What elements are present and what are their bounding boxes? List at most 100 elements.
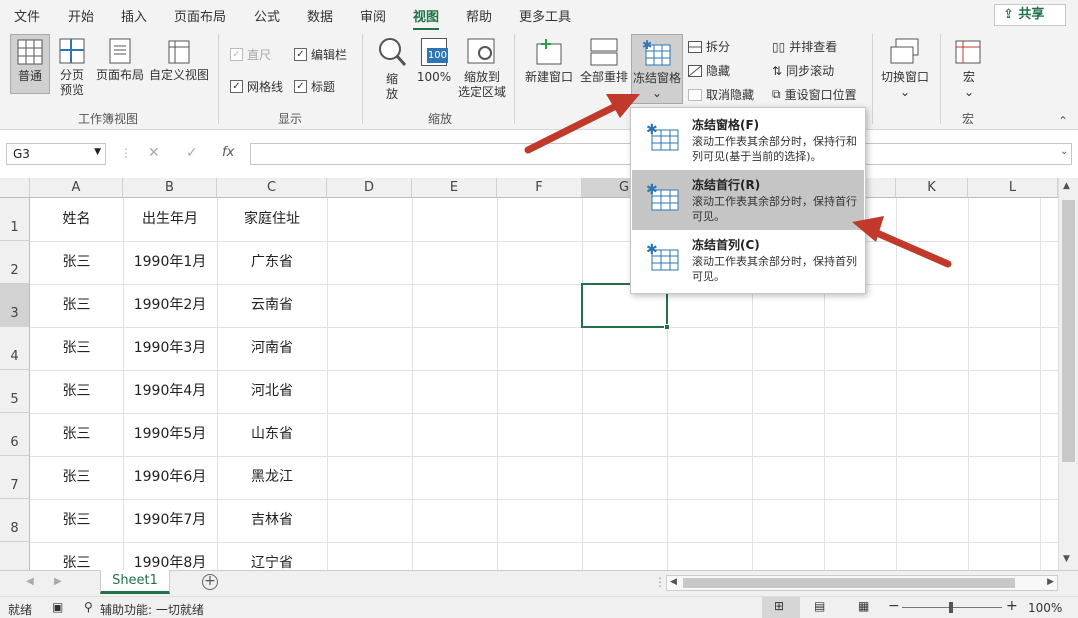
- page-break-status-icon[interactable]: ▦: [858, 599, 869, 613]
- gridlines-checkbox[interactable]: ✓ 网格线: [230, 78, 283, 95]
- enter-icon[interactable]: ✓: [186, 145, 198, 161]
- share-button[interactable]: ⇪ 共享: [994, 4, 1066, 26]
- tab-insert[interactable]: 插入: [121, 6, 147, 25]
- scroll-thumb[interactable]: [1062, 200, 1075, 462]
- table-cell[interactable]: 1990年3月: [123, 327, 217, 370]
- column-header[interactable]: B: [123, 178, 217, 198]
- table-cell[interactable]: 1990年8月: [123, 542, 217, 570]
- row-header[interactable]: 4: [0, 327, 30, 370]
- column-header[interactable]: F: [497, 178, 582, 198]
- macros-button[interactable]: 宏 ⌄: [950, 38, 988, 100]
- tab-review[interactable]: 审阅: [360, 6, 386, 25]
- table-cell[interactable]: 1990年2月: [123, 284, 217, 327]
- horizontal-scrollbar[interactable]: ◀ ▶: [666, 575, 1058, 591]
- table-cell[interactable]: 河北省: [217, 370, 327, 413]
- accessibility-status[interactable]: 辅助功能: 一切就绪: [100, 601, 204, 618]
- tab-help[interactable]: 帮助: [466, 6, 492, 25]
- row-header[interactable]: 5: [0, 370, 30, 413]
- freeze-panes-button[interactable]: ✱ 冻结窗格 ⌄: [631, 34, 683, 104]
- row-header[interactable]: 2: [0, 241, 30, 284]
- switch-windows-button[interactable]: 切换窗口 ⌄: [878, 38, 932, 100]
- sheet-tab[interactable]: Sheet1: [100, 570, 170, 594]
- split-button[interactable]: 拆分: [688, 38, 730, 55]
- normal-view-status-button[interactable]: ⊞: [762, 597, 800, 618]
- tab-page-layout[interactable]: 页面布局: [174, 6, 226, 25]
- page-layout-view-button[interactable]: 页面布局: [94, 38, 146, 83]
- zoom-out-icon[interactable]: −: [888, 598, 900, 614]
- add-sheet-icon[interactable]: +: [202, 574, 218, 590]
- table-cell[interactable]: 出生年月: [123, 198, 217, 241]
- zoom-in-icon[interactable]: +: [1006, 598, 1018, 614]
- custom-views-button[interactable]: 自定义视图: [148, 38, 210, 83]
- zoom-100-button[interactable]: 100 100%: [416, 38, 452, 85]
- tab-file[interactable]: 文件: [14, 6, 40, 25]
- table-cell[interactable]: 1990年6月: [123, 456, 217, 499]
- new-window-button[interactable]: 新建窗口: [522, 38, 576, 85]
- view-side-by-side-button[interactable]: ▯▯ 并排查看: [772, 38, 837, 55]
- row-header[interactable]: 8: [0, 499, 30, 542]
- ruler-checkbox[interactable]: ✓ 直尺: [230, 46, 271, 63]
- scroll-down-icon[interactable]: ▼: [1063, 554, 1070, 564]
- table-cell[interactable]: 河南省: [217, 327, 327, 370]
- table-cell[interactable]: 张三: [30, 284, 123, 327]
- column-header[interactable]: C: [217, 178, 327, 198]
- tab-formulas[interactable]: 公式: [254, 6, 280, 25]
- table-cell[interactable]: 吉林省: [217, 499, 327, 542]
- table-cell[interactable]: 张三: [30, 499, 123, 542]
- zoom-level[interactable]: 100%: [1028, 601, 1062, 615]
- table-cell[interactable]: 张三: [30, 327, 123, 370]
- accessibility-icon[interactable]: ⚲: [84, 600, 93, 614]
- worksheet-grid[interactable]: A B C D E F G H I J K L 1 2 3 4 5 6 7 8 …: [0, 178, 1058, 570]
- page-break-preview-button[interactable]: 分页 预览: [54, 38, 90, 98]
- name-box[interactable]: G3 ▼: [6, 143, 106, 165]
- table-cell[interactable]: 1990年7月: [123, 499, 217, 542]
- column-header[interactable]: K: [896, 178, 968, 198]
- table-cell[interactable]: 辽宁省: [217, 542, 327, 570]
- column-header[interactable]: E: [412, 178, 497, 198]
- select-all-corner[interactable]: [0, 178, 30, 198]
- menu-item-freeze-first-column[interactable]: ✱ 冻结首列(C) 滚动工作表其余部分时，保持首列可见。: [632, 230, 864, 290]
- zoom-slider-thumb[interactable]: [949, 602, 953, 613]
- scroll-right-icon[interactable]: ▶: [1047, 577, 1054, 587]
- scroll-left-icon[interactable]: ◀: [670, 577, 677, 587]
- scroll-thumb[interactable]: [683, 578, 1015, 588]
- table-cell[interactable]: 黑龙江: [217, 456, 327, 499]
- column-header[interactable]: D: [327, 178, 412, 198]
- prev-sheet-icon[interactable]: ◀: [26, 576, 34, 587]
- table-cell[interactable]: 1990年5月: [123, 413, 217, 456]
- macro-record-icon[interactable]: ▣: [52, 600, 63, 614]
- vertical-scrollbar[interactable]: ▲ ▼: [1058, 178, 1078, 570]
- next-sheet-icon[interactable]: ▶: [54, 576, 62, 587]
- tab-view[interactable]: 视图: [413, 6, 440, 31]
- expand-formula-bar-icon[interactable]: ⌄: [1060, 146, 1068, 157]
- scroll-up-icon[interactable]: ▲: [1063, 181, 1070, 191]
- table-cell[interactable]: 张三: [30, 241, 123, 284]
- zoom-to-selection-button[interactable]: 缩放到 选定区域: [456, 38, 508, 100]
- table-cell[interactable]: 姓名: [30, 198, 123, 241]
- headings-checkbox[interactable]: ✓ 标题: [294, 78, 335, 95]
- table-cell[interactable]: 1990年4月: [123, 370, 217, 413]
- tab-more-tools[interactable]: 更多工具: [519, 6, 571, 25]
- column-header[interactable]: L: [968, 178, 1058, 198]
- table-cell[interactable]: 山东省: [217, 413, 327, 456]
- table-cell[interactable]: 张三: [30, 370, 123, 413]
- table-cell[interactable]: 云南省: [217, 284, 327, 327]
- table-cell[interactable]: 张三: [30, 413, 123, 456]
- table-cell[interactable]: 1990年1月: [123, 241, 217, 284]
- fill-handle[interactable]: [664, 324, 670, 330]
- normal-view-button[interactable]: 普通: [10, 34, 50, 94]
- cancel-icon[interactable]: ✕: [148, 145, 160, 161]
- menu-item-freeze-top-row[interactable]: ✱ 冻结首行(R) 滚动工作表其余部分时，保持首行可见。: [632, 170, 864, 230]
- insert-function-button[interactable]: fx: [222, 145, 234, 160]
- unhide-button[interactable]: 取消隐藏: [688, 86, 754, 103]
- hide-button[interactable]: 隐藏: [688, 62, 730, 79]
- row-header[interactable]: 1: [0, 198, 30, 241]
- collapse-ribbon-icon[interactable]: ⌃: [1058, 114, 1068, 128]
- table-cell[interactable]: 张三: [30, 456, 123, 499]
- row-header[interactable]: 6: [0, 413, 30, 456]
- reset-window-button[interactable]: ⧉ 重设窗口位置: [772, 86, 857, 103]
- row-header[interactable]: 3: [0, 284, 30, 327]
- formula-bar-checkbox[interactable]: ✓ 编辑栏: [294, 46, 347, 63]
- table-cell[interactable]: 张三: [30, 542, 123, 570]
- table-cell[interactable]: 家庭住址: [217, 198, 327, 241]
